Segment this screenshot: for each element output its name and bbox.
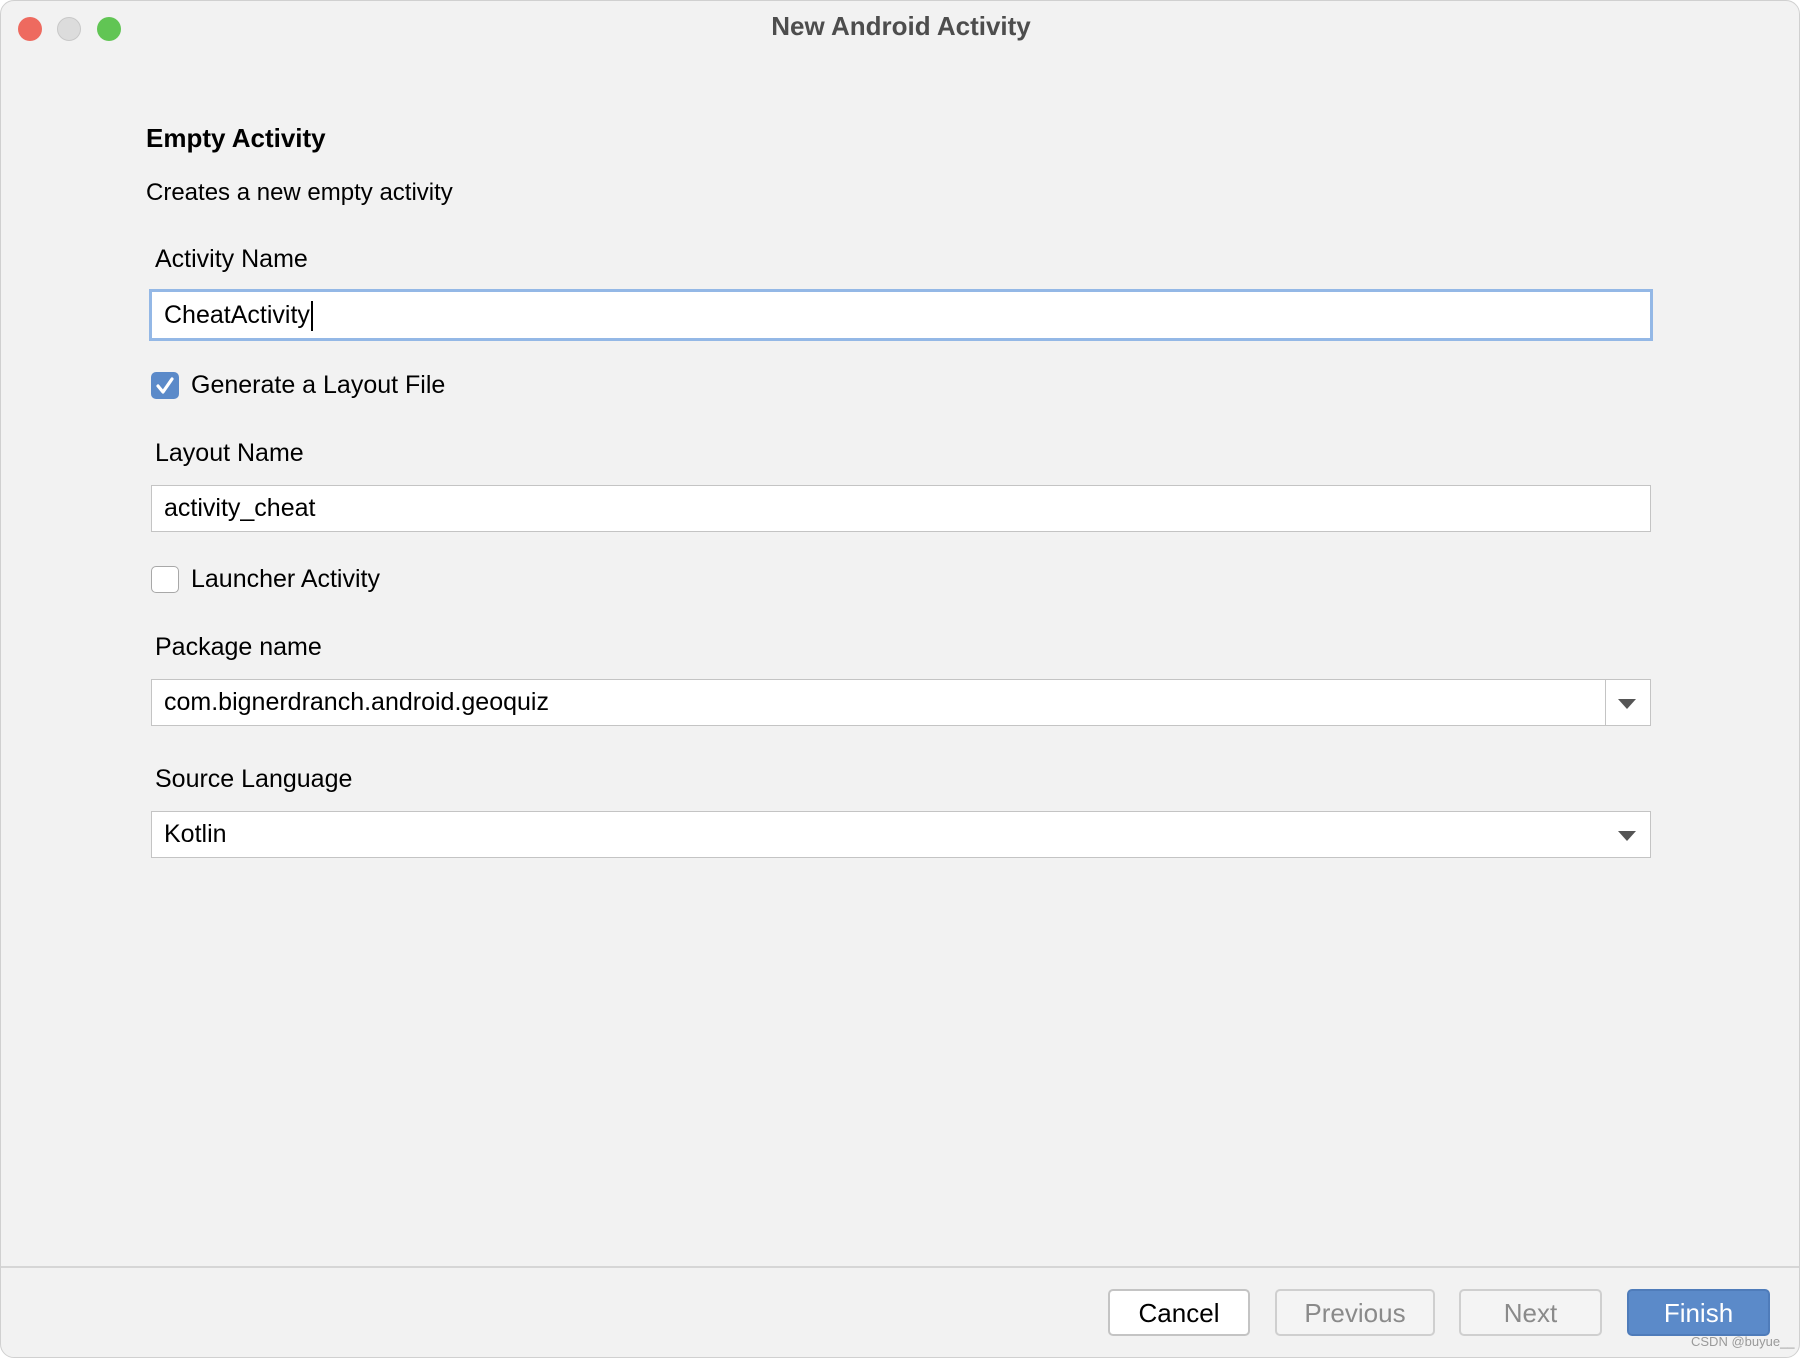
package-name-combobox[interactable]: com.bignerdranch.android.geoquiz xyxy=(151,679,1651,726)
page-description: Creates a new empty activity xyxy=(146,179,453,206)
layout-name-input[interactable]: activity_cheat xyxy=(151,485,1651,532)
text-caret xyxy=(310,301,313,332)
checkmark-icon xyxy=(156,377,174,394)
activity-name-input[interactable]: CheatActivity xyxy=(149,289,1653,341)
layout-name-value: activity_cheat xyxy=(164,494,316,522)
combo-divider xyxy=(1605,680,1606,725)
layout-name-label: Layout Name xyxy=(155,439,304,467)
chevron-down-icon[interactable] xyxy=(1618,699,1636,709)
source-language-label: Source Language xyxy=(155,765,353,793)
launcher-activity-checkbox[interactable] xyxy=(151,566,179,593)
next-button[interactable]: Next xyxy=(1459,1289,1602,1336)
watermark: CSDN @buyue__ xyxy=(1691,1334,1795,1349)
activity-name-label: Activity Name xyxy=(155,245,308,273)
footer-divider xyxy=(1,1266,1799,1268)
page-title: Empty Activity xyxy=(146,123,326,153)
source-language-value: Kotlin xyxy=(164,820,227,848)
previous-button[interactable]: Previous xyxy=(1275,1289,1435,1336)
cancel-button[interactable]: Cancel xyxy=(1108,1289,1250,1336)
chevron-down-icon xyxy=(1618,831,1636,841)
dialog-window: New Android Activity Empty Activity Crea… xyxy=(0,0,1800,1358)
source-language-select[interactable]: Kotlin xyxy=(151,811,1651,858)
launcher-activity-label: Launcher Activity xyxy=(191,565,380,593)
generate-layout-checkbox[interactable] xyxy=(151,372,179,399)
activity-name-value: CheatActivity xyxy=(164,301,310,329)
generate-layout-label: Generate a Layout File xyxy=(191,371,446,399)
window-title: New Android Activity xyxy=(771,11,1031,41)
package-name-label: Package name xyxy=(155,633,322,661)
finish-button[interactable]: Finish xyxy=(1627,1289,1770,1336)
package-name-value: com.bignerdranch.android.geoquiz xyxy=(164,688,549,716)
